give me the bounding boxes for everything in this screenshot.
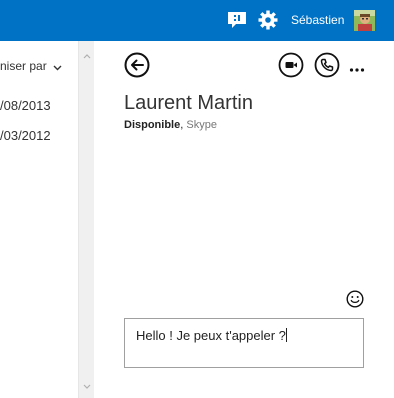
scroll-up-arrow-icon[interactable]	[83, 46, 91, 64]
chevron-down-icon	[53, 60, 62, 74]
top-bar: Sébastien	[0, 0, 394, 41]
phone-call-icon[interactable]	[314, 52, 340, 78]
contact-status: Disponible, Skype	[124, 119, 217, 131]
gear-icon[interactable]	[258, 10, 278, 30]
list-item-date[interactable]: /08/2013	[0, 98, 51, 113]
scroll-down-arrow-icon[interactable]	[83, 376, 91, 394]
more-ellipsis-icon[interactable]	[349, 61, 365, 72]
scrollbar[interactable]	[78, 41, 94, 398]
arrange-by-button[interactable]: niser par	[0, 59, 62, 74]
status-separator: ,	[180, 119, 184, 131]
contact-name: Laurent Martin	[124, 92, 253, 114]
text-caret	[285, 328, 287, 342]
avatar[interactable]	[354, 10, 375, 31]
conversation-pane: Laurent Martin Disponible, Skype Hello !…	[94, 41, 394, 398]
message-input[interactable]: Hello ! Je peux t'appeler ?	[124, 318, 364, 368]
message-draft-text: Hello ! Je peux t'appeler ?	[136, 328, 286, 343]
smiley-icon[interactable]	[346, 290, 364, 308]
presence-status: Disponible	[124, 119, 181, 131]
message-list-pane: niser par /08/2013 /03/2012	[0, 41, 78, 398]
arrange-by-label: niser par	[0, 59, 47, 73]
user-name[interactable]: Sébastien	[291, 13, 344, 27]
list-item-date[interactable]: /03/2012	[0, 128, 51, 143]
service-name: Skype	[186, 119, 217, 131]
back-arrow-circle-icon[interactable]	[124, 52, 150, 78]
video-call-icon[interactable]	[278, 52, 304, 78]
chat-bubble-icon[interactable]	[227, 11, 247, 29]
